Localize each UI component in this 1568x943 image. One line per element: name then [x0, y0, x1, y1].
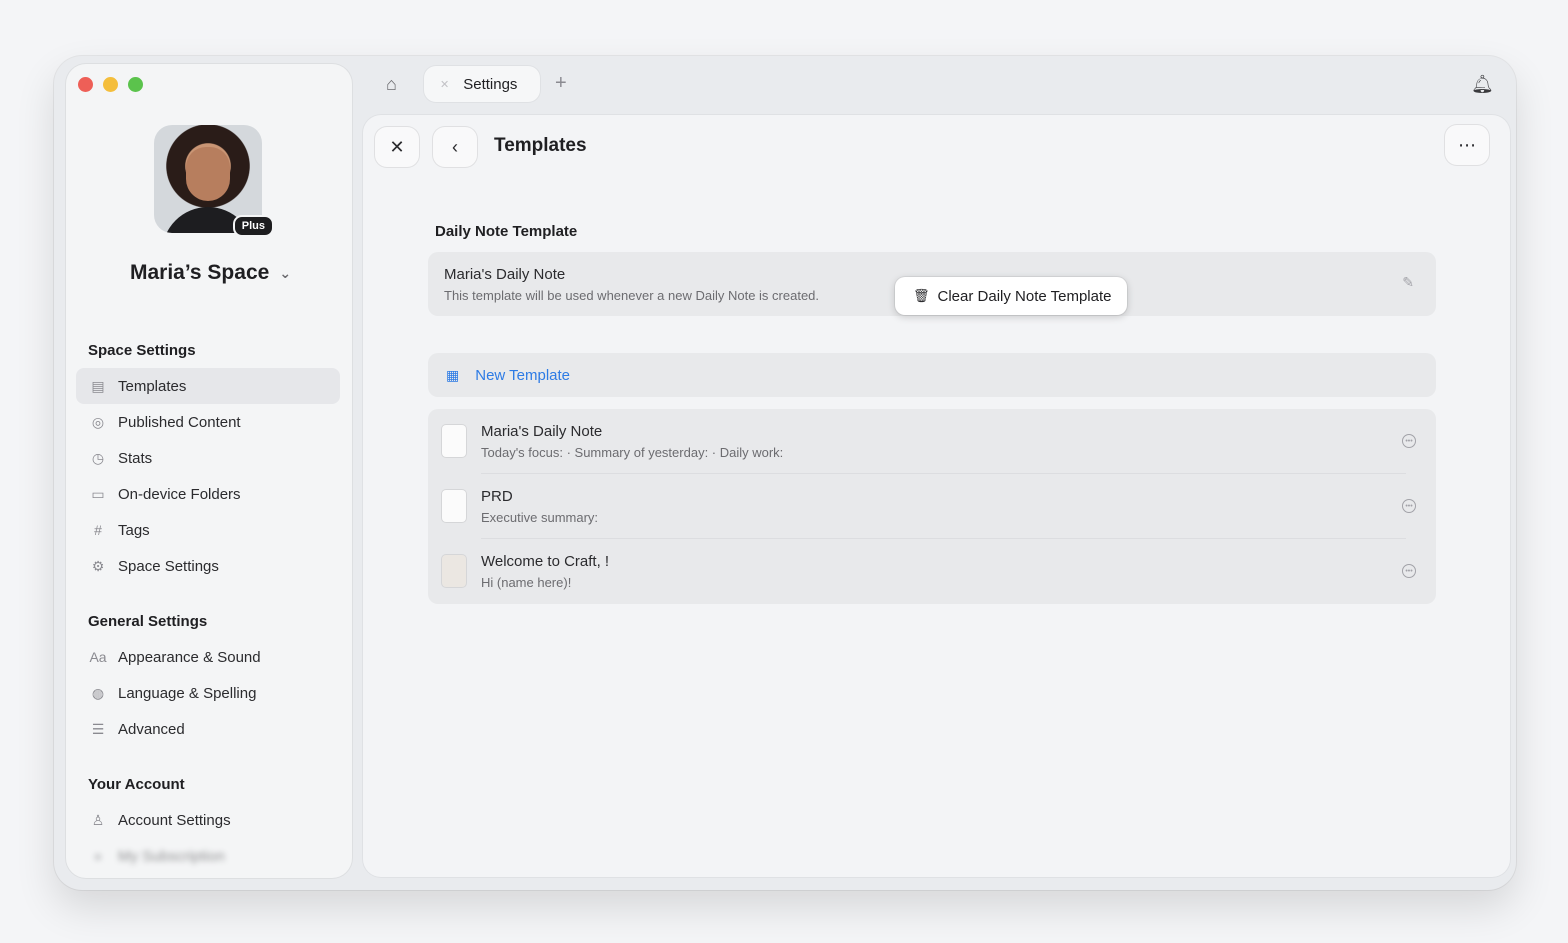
sidebar-item-label: Published Content: [118, 413, 241, 431]
new-tab-button[interactable]: +: [555, 72, 567, 95]
daily-template-description: This template will be used whenever a ne…: [444, 288, 820, 303]
sidebar: Plus Maria’s Space ⌄ Space Settings ▤ Te…: [66, 64, 352, 878]
clear-button-label: Clear Daily Note Template: [937, 287, 1112, 305]
sidebar-item-space-settings[interactable]: ⚙ Space Settings: [76, 548, 340, 584]
close-button[interactable]: ✕: [375, 127, 419, 167]
sidebar-item-label: Space Settings: [118, 557, 219, 575]
sidebar-item-label: Appearance & Sound: [118, 648, 261, 666]
sidebar-item-appearance-sound[interactable]: Aa Appearance & Sound: [76, 639, 340, 675]
daily-note-template-card[interactable]: Maria's Daily Note This template will be…: [428, 252, 1436, 316]
sidebar-item-label: Language & Spelling: [118, 684, 257, 702]
main-panel: ✕ ‹ Templates ⋯ Daily Note Template Mari…: [363, 115, 1510, 877]
template-row[interactable]: Maria's Daily Note Today's focus: · Summ…: [428, 409, 1436, 474]
template-name: Welcome to Craft, !: [481, 553, 610, 570]
zoom-window-button[interactable]: [128, 77, 143, 92]
ellipsis-icon[interactable]: •••: [1402, 499, 1416, 513]
section-your-account: Your Account: [88, 776, 185, 793]
ellipsis-icon[interactable]: •••: [1402, 564, 1416, 578]
new-template-icon: ▦: [446, 366, 460, 383]
minimize-window-button[interactable]: [103, 77, 118, 92]
daily-note-template-label: Daily Note Template: [435, 223, 578, 240]
sidebar-item-language-spelling[interactable]: ◍ Language & Spelling: [76, 675, 340, 711]
subscription-icon: ●: [93, 848, 103, 864]
sidebar-item-label: Templates: [118, 377, 187, 395]
template-list: Maria's Daily Note Today's focus: · Summ…: [428, 409, 1436, 604]
sidebar-item-stats[interactable]: ◷ Stats: [76, 440, 340, 476]
clock-icon: ◷: [91, 449, 105, 466]
sidebar-item-label: My Subscription: [118, 847, 225, 865]
template-name: PRD: [481, 488, 513, 505]
new-template-label: New Template: [475, 366, 571, 384]
sliders-icon: ☰: [91, 720, 105, 737]
sidebar-item-my-subscription[interactable]: ● My Subscription: [76, 838, 340, 874]
tab-label: Settings: [463, 75, 518, 93]
template-icon: ▤: [91, 377, 105, 394]
more-options-button[interactable]: ⋯: [1445, 125, 1489, 165]
sidebar-item-label: Tags: [118, 521, 150, 539]
home-icon[interactable]: ⌂: [386, 74, 397, 95]
template-preview: Executive summary:: [481, 510, 599, 525]
ellipsis-icon[interactable]: •••: [1402, 434, 1416, 448]
document-thumbnail-icon: [442, 555, 466, 587]
sidebar-item-label: Stats: [118, 449, 153, 467]
chevron-left-icon: ‹: [452, 136, 458, 157]
close-tab-icon[interactable]: ✕: [440, 78, 449, 91]
sidebar-item-templates[interactable]: ▤ Templates: [76, 368, 340, 404]
clear-daily-note-template-button[interactable]: 🗑︎ Clear Daily Note Template: [895, 277, 1127, 315]
template-row[interactable]: PRD Executive summary: •••: [428, 474, 1436, 539]
page-title: Templates: [494, 135, 587, 156]
template-name: Maria's Daily Note: [481, 423, 603, 440]
sidebar-item-label: Account Settings: [118, 811, 231, 829]
hash-icon: #: [94, 522, 102, 538]
ellipsis-icon: ⋯: [1458, 134, 1476, 155]
person-icon: ♙: [91, 811, 105, 828]
space-name: Maria’s Space: [130, 261, 270, 284]
plan-badge: Plus: [232, 215, 274, 237]
document-thumbnail-icon: [442, 425, 466, 457]
template-preview: Hi (name here)!: [481, 575, 572, 590]
avatar[interactable]: Plus: [154, 125, 274, 237]
back-button[interactable]: ‹: [433, 127, 477, 167]
folder-icon: ▭: [91, 485, 105, 502]
section-general-settings: General Settings: [88, 613, 208, 630]
template-preview: Today's focus: · Summary of yesterday: ·…: [481, 445, 784, 460]
text-icon: Aa: [89, 649, 107, 665]
document-thumbnail-icon: [442, 490, 466, 522]
publish-icon: ◎: [91, 413, 105, 430]
close-icon: ✕: [389, 136, 405, 157]
window-controls: [78, 77, 143, 92]
section-space-settings: Space Settings: [88, 342, 196, 359]
sidebar-item-published-content[interactable]: ◎ Published Content: [76, 404, 340, 440]
globe-icon: ◍: [91, 684, 105, 701]
close-window-button[interactable]: [78, 77, 93, 92]
chevron-down-icon: ⌄: [279, 264, 292, 281]
sidebar-item-advanced[interactable]: ☰ Advanced: [76, 711, 340, 747]
sidebar-item-label: Advanced: [118, 720, 185, 738]
pencil-icon[interactable]: ✎: [1402, 274, 1414, 291]
sidebar-item-on-device-folders[interactable]: ▭ On-device Folders: [76, 476, 340, 512]
app-window: Plus Maria’s Space ⌄ Space Settings ▤ Te…: [54, 56, 1516, 890]
sidebar-item-label: On-device Folders: [118, 485, 241, 503]
sidebar-item-account-settings[interactable]: ♙ Account Settings: [76, 802, 340, 838]
sidebar-item-tags[interactable]: # Tags: [76, 512, 340, 548]
trash-icon: 🗑︎: [913, 288, 930, 303]
space-switcher[interactable]: Maria’s Space ⌄: [130, 261, 291, 285]
bell-icon[interactable]: 🔔︎: [1471, 74, 1494, 95]
template-row[interactable]: Welcome to Craft, ! Hi (name here)! •••: [428, 539, 1436, 604]
gear-icon: ⚙: [91, 557, 105, 574]
new-template-button[interactable]: ▦ New Template: [428, 353, 1436, 397]
daily-template-title: Maria's Daily Note: [444, 266, 566, 283]
tab-settings[interactable]: ✕ Settings: [424, 66, 540, 102]
